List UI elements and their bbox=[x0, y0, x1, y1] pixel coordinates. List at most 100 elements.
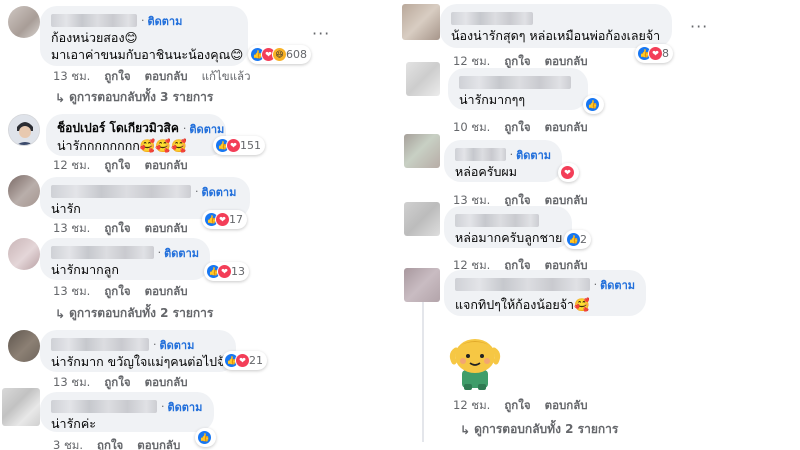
separator-dot: · bbox=[153, 338, 157, 351]
separator-dot: · bbox=[593, 278, 598, 291]
follow-button[interactable]: ติดตาม bbox=[516, 146, 551, 164]
sticker-image[interactable] bbox=[448, 334, 502, 396]
comment-text: น่ารักมากๆๆ bbox=[459, 92, 526, 107]
commenter-name-blurred[interactable] bbox=[455, 278, 590, 291]
reply-button[interactable]: ตอบกลับ bbox=[145, 220, 188, 238]
separator-dot: · bbox=[161, 400, 165, 413]
reaction-count: 17 bbox=[229, 213, 243, 226]
follow-button[interactable]: ติดตาม bbox=[189, 120, 224, 138]
like-button[interactable]: ถูกใจ bbox=[104, 157, 130, 175]
like-button[interactable]: ถูกใจ bbox=[504, 119, 530, 137]
commenter-name[interactable]: ช็อปเปอร์ โดเกียวมิวสิค bbox=[57, 119, 179, 138]
reaction-summary[interactable]: 👍 ❤ 17 bbox=[202, 210, 247, 229]
follow-button[interactable]: ติดตาม bbox=[160, 336, 195, 354]
reply-button[interactable]: ตอบกลับ bbox=[145, 157, 188, 175]
love-reaction-icon: ❤ bbox=[560, 165, 575, 180]
comment-bubble: น่ารักมากๆๆ bbox=[448, 68, 588, 110]
love-reaction-icon: ❤ bbox=[226, 138, 241, 153]
comment-bubble: · ติดตาม น่ารักมาก ขวัญใจแม่ๆคนต่อไปจ้า bbox=[40, 330, 236, 372]
comment-actions: 13 ชม. ถูกใจ ตอบกลับ bbox=[53, 283, 202, 301]
comment-timestamp[interactable]: 10 ชม. bbox=[453, 119, 490, 137]
edited-label: แก้ไขแล้ว bbox=[201, 69, 251, 83]
avatar[interactable] bbox=[8, 330, 40, 362]
commenter-name-blurred[interactable] bbox=[451, 12, 533, 25]
like-reaction-icon: 👍 bbox=[585, 97, 600, 112]
commenter-name-blurred[interactable] bbox=[459, 76, 571, 89]
reaction-summary[interactable]: 👍 ❤ 13 bbox=[204, 262, 249, 281]
comment-text: น้องน่ารักสุดๆ หล่อเหมือนพ่อก้องเลยจ้า bbox=[451, 28, 661, 43]
comment-timestamp[interactable]: 13 ชม. bbox=[53, 374, 90, 392]
commenter-name-blurred[interactable] bbox=[455, 214, 539, 227]
avatar[interactable] bbox=[404, 134, 440, 168]
view-replies-link[interactable]: ↳ ดูการตอบกลับทั้ง 2 รายการ bbox=[460, 420, 618, 439]
commenter-name-blurred[interactable] bbox=[455, 148, 506, 161]
reaction-summary[interactable]: 👍 bbox=[583, 95, 604, 114]
separator-dot: · bbox=[182, 122, 187, 135]
avatar[interactable] bbox=[404, 202, 440, 236]
view-replies-link[interactable]: ↳ ดูการตอบกลับทั้ง 3 รายการ bbox=[55, 88, 213, 107]
avatar[interactable] bbox=[8, 175, 40, 207]
reply-thread-line bbox=[422, 302, 424, 442]
reply-button[interactable]: ตอบกลับ bbox=[545, 397, 588, 415]
view-replies-label: ดูการตอบกลับทั้ง 2 รายการ bbox=[474, 422, 619, 436]
commenter-name-blurred[interactable] bbox=[51, 246, 154, 259]
like-button[interactable]: ถูกใจ bbox=[104, 220, 130, 238]
reaction-summary[interactable]: ❤ bbox=[558, 163, 579, 182]
like-button[interactable]: ถูกใจ bbox=[104, 283, 130, 301]
comment-timestamp[interactable]: 13 ชม. bbox=[53, 220, 90, 238]
comment-text: น่ารักมากลูก bbox=[51, 262, 119, 277]
like-button[interactable]: ถูกใจ bbox=[97, 437, 123, 450]
commenter-name-blurred[interactable] bbox=[51, 185, 191, 198]
comment-timestamp[interactable]: 3 ชม. bbox=[53, 437, 83, 450]
cartoon-sticker-icon bbox=[449, 339, 501, 390]
reply-button[interactable]: ตอบกลับ bbox=[137, 437, 180, 450]
comment-text: ก้องหน่วยสอง😊 bbox=[51, 30, 138, 45]
avatar[interactable] bbox=[2, 388, 40, 426]
avatar[interactable] bbox=[404, 268, 440, 302]
reaction-summary[interactable]: 👍 ❤ 8 bbox=[635, 44, 673, 63]
avatar[interactable] bbox=[406, 62, 440, 96]
avatar[interactable] bbox=[402, 4, 440, 40]
follow-button[interactable]: ติดตาม bbox=[148, 12, 183, 30]
comment-bubble: · ติดตาม น่ารักค่ะ bbox=[40, 392, 214, 432]
separator-dot: · bbox=[195, 185, 199, 198]
reply-button[interactable]: ตอบกลับ bbox=[145, 283, 188, 301]
follow-button[interactable]: ติดตาม bbox=[168, 398, 203, 416]
commenter-name-blurred[interactable] bbox=[51, 338, 149, 351]
comment-timestamp[interactable]: 13 ชม. bbox=[53, 68, 90, 86]
view-replies-link[interactable]: ↳ ดูการตอบกลับทั้ง 2 รายการ bbox=[55, 304, 213, 323]
reaction-summary[interactable]: 👍 ❤ 21 bbox=[222, 351, 267, 370]
avatar[interactable] bbox=[8, 6, 40, 38]
reply-button[interactable]: ตอบกลับ bbox=[545, 119, 588, 137]
reaction-count: 2 bbox=[580, 233, 587, 246]
commenter-name-blurred[interactable] bbox=[51, 14, 137, 27]
like-button[interactable]: ถูกใจ bbox=[104, 68, 130, 86]
haha-reaction-icon: 😆 bbox=[272, 47, 287, 62]
separator-dot: · bbox=[141, 14, 145, 27]
reaction-summary[interactable]: 👍 2 bbox=[564, 230, 591, 249]
avatar[interactable] bbox=[8, 114, 40, 146]
follow-button[interactable]: ติดตาม bbox=[202, 183, 237, 201]
reaction-summary[interactable]: 👍 bbox=[195, 428, 216, 447]
comment-text: มาเอาค่าขนมกับอาชินนะน้องคุณ😊 bbox=[51, 47, 244, 62]
comment-timestamp[interactable]: 12 ชม. bbox=[53, 157, 90, 175]
commenter-name-blurred[interactable] bbox=[51, 400, 157, 413]
reaction-summary[interactable]: 👍 ❤ 151 bbox=[213, 136, 265, 155]
comment-timestamp[interactable]: 12 ชม. bbox=[453, 397, 490, 415]
reaction-summary[interactable]: 👍 ❤ 😆 608 bbox=[248, 45, 311, 64]
avatar[interactable] bbox=[8, 238, 40, 270]
like-button[interactable]: ถูกใจ bbox=[504, 397, 530, 415]
like-button[interactable]: ถูกใจ bbox=[104, 374, 130, 392]
follow-button[interactable]: ติดตาม bbox=[600, 276, 635, 294]
like-reaction-icon: 👍 bbox=[197, 430, 212, 445]
more-options-icon[interactable]: ··· bbox=[690, 17, 708, 36]
reply-button[interactable]: ตอบกลับ bbox=[145, 374, 188, 392]
comment-text: หล่อครับผม bbox=[455, 164, 517, 179]
more-options-icon[interactable]: ··· bbox=[312, 24, 330, 43]
comment-bubble: · ติดตาม แจกทิปๆให้ก้องน้อยจ้า🥰 bbox=[444, 270, 646, 316]
comment-actions: 3 ชม. ถูกใจ ตอบกลับ bbox=[53, 437, 194, 450]
reply-button[interactable]: ตอบกลับ bbox=[145, 68, 188, 86]
comment-timestamp[interactable]: 13 ชม. bbox=[53, 283, 90, 301]
love-reaction-icon: ❤ bbox=[217, 264, 232, 279]
follow-button[interactable]: ติดตาม bbox=[164, 244, 199, 262]
